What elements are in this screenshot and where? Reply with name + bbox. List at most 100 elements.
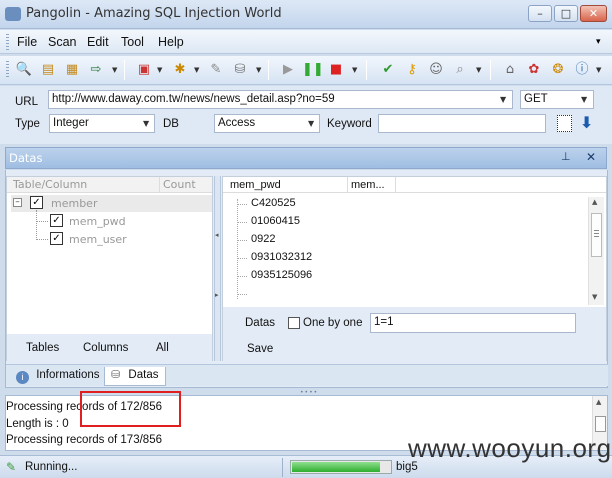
search-icon[interactable]: ⌕ bbox=[450, 60, 470, 80]
tree-header: Table/Column Count bbox=[7, 177, 212, 193]
tables-button[interactable]: Tables bbox=[26, 342, 59, 354]
scroll-up-icon[interactable]: ▲ bbox=[592, 198, 597, 206]
data-row[interactable]: 0922 bbox=[251, 233, 275, 245]
toolbar-dropdown-icon[interactable]: ▼ bbox=[476, 66, 481, 74]
menu-help[interactable]: Help bbox=[158, 35, 184, 49]
plugin-icon[interactable]: ❂ bbox=[548, 60, 568, 80]
download-arrow-icon[interactable]: ⬇ bbox=[580, 113, 593, 132]
data-row[interactable]: C420525 bbox=[251, 197, 296, 209]
minimize-button[interactable]: – bbox=[528, 5, 552, 22]
data-vertical-scrollbar[interactable]: ▲ ▼ bbox=[588, 197, 604, 305]
one-by-one-checkbox[interactable] bbox=[288, 317, 300, 329]
wrench-icon[interactable]: ✎ bbox=[206, 60, 226, 80]
scroll-up-icon[interactable]: ▲ bbox=[596, 398, 601, 406]
toolbar-separator bbox=[268, 60, 269, 80]
data-results-panel: mem_pwd mem... C420525 01060415 0922 093… bbox=[222, 176, 607, 361]
method-dropdown-icon[interactable]: ▼ bbox=[581, 95, 587, 104]
datas-panel-title: Datas bbox=[9, 151, 43, 165]
member-checkbox[interactable]: ✓ bbox=[30, 196, 43, 209]
scrollbar-thumb[interactable] bbox=[595, 416, 606, 432]
datas-panel-header: Datas ⊥ ✕ bbox=[5, 147, 607, 169]
progress-bar bbox=[290, 460, 392, 474]
toolbar-dropdown-icon[interactable]: ▼ bbox=[112, 66, 117, 74]
maximize-button[interactable]: □ bbox=[554, 5, 578, 22]
data-header: mem_pwd mem... bbox=[223, 177, 606, 193]
data-row[interactable]: 0935125096 bbox=[251, 269, 312, 281]
toolbar-dropdown-icon[interactable]: ▼ bbox=[157, 66, 162, 74]
one-by-one-label: One by one bbox=[303, 317, 363, 329]
data-header-mem-pwd[interactable]: mem_pwd bbox=[230, 179, 281, 191]
pause-icon[interactable]: ❚❚ bbox=[302, 60, 324, 80]
scroll-down-icon[interactable]: ▼ bbox=[592, 293, 597, 301]
save-button[interactable]: Save bbox=[247, 343, 273, 355]
users-icon[interactable]: ☺ bbox=[426, 60, 446, 80]
tab-informations[interactable]: i Informations bbox=[10, 367, 106, 386]
url-dropdown-icon[interactable]: ▼ bbox=[500, 95, 506, 104]
database-icon[interactable]: ⛁ bbox=[230, 60, 250, 80]
close-panel-icon[interactable]: ✕ bbox=[586, 150, 596, 164]
filter-input[interactable]: 1=1 bbox=[370, 313, 576, 333]
columns-button[interactable]: Columns bbox=[83, 342, 128, 354]
toolbar: 🔍 ▤ ▦ ⇨ ▼ ▣ ▼ ✱ ▼ ✎ ⛁ ▼ ▶ ❚❚ ■ ▼ ✔ ⚷ ☺ ⌕… bbox=[0, 56, 612, 85]
tree-column-mem-pwd[interactable]: mem_pwd bbox=[69, 215, 126, 228]
highlight-box bbox=[80, 391, 181, 427]
menu-chevron-icon[interactable]: ▾ bbox=[596, 37, 601, 47]
data-header-mem-user[interactable]: mem... bbox=[351, 179, 385, 191]
pin-icon[interactable]: ⊥ bbox=[561, 150, 571, 163]
data-row[interactable]: 0931032312 bbox=[251, 251, 312, 263]
mem-pwd-checkbox[interactable]: ✓ bbox=[50, 214, 63, 227]
stop-icon[interactable]: ■ bbox=[326, 60, 346, 80]
panel-splitter[interactable]: ◂ ▸ bbox=[214, 176, 221, 361]
url-label: URL bbox=[15, 96, 39, 108]
type-dropdown-icon[interactable]: ▼ bbox=[143, 119, 149, 128]
save-icon[interactable]: ▦ bbox=[62, 60, 82, 80]
db-label: DB bbox=[163, 118, 179, 130]
toolbar-dropdown-icon[interactable]: ▼ bbox=[596, 66, 601, 74]
menu-grip[interactable] bbox=[6, 34, 9, 50]
bug-icon[interactable]: ✿ bbox=[524, 60, 544, 80]
home-icon[interactable]: ⌂ bbox=[500, 60, 520, 80]
url-panel: URL http://www.daway.com.tw/news/news_de… bbox=[0, 86, 612, 144]
splitter-arrow-icon[interactable]: ▸ bbox=[215, 291, 219, 299]
export-icon[interactable]: ⇨ bbox=[86, 60, 106, 80]
db-dropdown-icon[interactable]: ▼ bbox=[308, 119, 314, 128]
menu-tool[interactable]: Tool bbox=[121, 35, 144, 49]
data-row[interactable]: 01060415 bbox=[251, 215, 300, 227]
close-button[interactable]: ✕ bbox=[580, 5, 607, 22]
menu-file[interactable]: File bbox=[17, 35, 37, 49]
check-icon[interactable]: ✔ bbox=[378, 60, 398, 80]
menu-edit[interactable]: Edit bbox=[87, 35, 109, 49]
toolbar-dropdown-icon[interactable]: ▼ bbox=[194, 66, 199, 74]
tree-column-mem-user[interactable]: mem_user bbox=[69, 233, 127, 246]
scrollbar-thumb[interactable] bbox=[591, 213, 602, 257]
key-icon[interactable]: ⚷ bbox=[402, 60, 422, 80]
url-input[interactable]: http://www.daway.com.tw/news/news_detail… bbox=[48, 90, 513, 109]
toolbar-separator bbox=[124, 60, 125, 80]
type-select[interactable]: Integer bbox=[49, 114, 155, 133]
info-icon: i bbox=[16, 371, 29, 384]
scan-icon[interactable]: 🔍 bbox=[14, 60, 34, 80]
open-icon[interactable]: ▤ bbox=[38, 60, 58, 80]
menu-scan[interactable]: Scan bbox=[48, 35, 77, 49]
collapse-icon[interactable]: – bbox=[13, 198, 22, 207]
watermark-text: www.wooyun.org bbox=[408, 433, 612, 463]
tree-header-table-column[interactable]: Table/Column bbox=[13, 178, 87, 191]
mem-user-checkbox[interactable]: ✓ bbox=[50, 232, 63, 245]
toolbar-grip[interactable] bbox=[6, 61, 9, 79]
info-icon[interactable]: ⓘ bbox=[572, 60, 592, 80]
all-button[interactable]: All bbox=[156, 342, 169, 354]
keyword-input[interactable] bbox=[378, 114, 546, 133]
play-icon[interactable]: ▶ bbox=[278, 60, 298, 80]
gift-icon[interactable]: ▣ bbox=[134, 60, 154, 80]
tab-datas[interactable]: ⛁ Datas bbox=[104, 367, 166, 386]
grid-select-icon[interactable] bbox=[557, 115, 572, 132]
toolbar-dropdown-icon[interactable]: ▼ bbox=[352, 66, 357, 74]
tree-header-count[interactable]: Count bbox=[163, 178, 196, 191]
pangolin-app-icon bbox=[5, 7, 21, 21]
splitter-arrow-icon[interactable]: ◂ bbox=[215, 231, 219, 239]
tab-datas-label: Datas bbox=[128, 369, 159, 381]
db-select[interactable]: Access bbox=[214, 114, 320, 133]
toolbar-dropdown-icon[interactable]: ▼ bbox=[256, 66, 261, 74]
tree-table-member[interactable]: member bbox=[51, 197, 97, 210]
settings-icon[interactable]: ✱ bbox=[170, 60, 190, 80]
